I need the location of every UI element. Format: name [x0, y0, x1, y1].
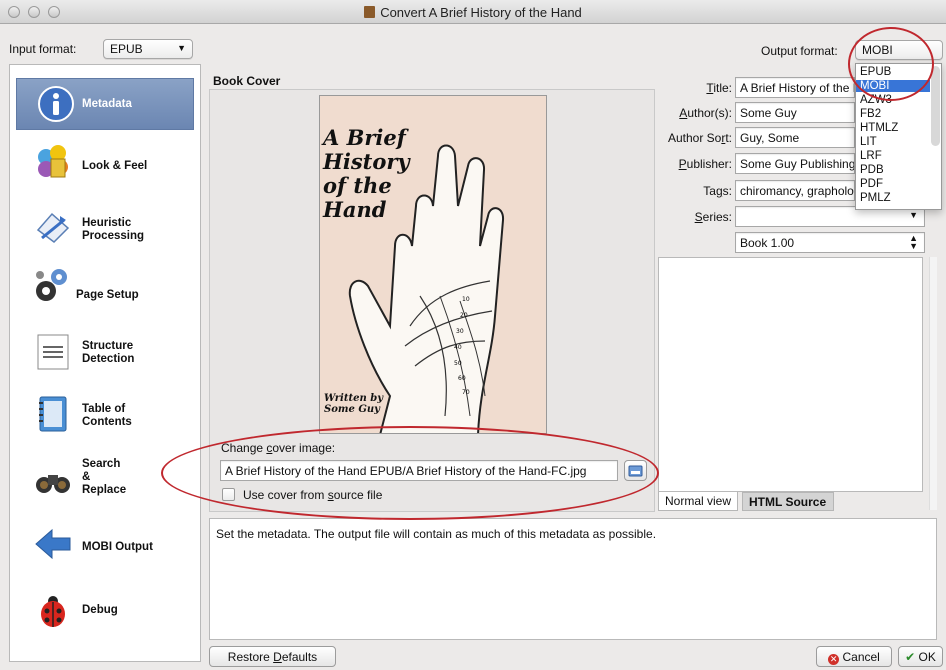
info-icon [38, 86, 74, 122]
tags-label: Tags: [703, 184, 732, 198]
annotation-circle-cover-path [161, 426, 659, 520]
tags-value: chiromancy, graphology [740, 184, 855, 198]
svg-text:70: 70 [462, 389, 470, 396]
annotation-circle-output-format [848, 27, 934, 101]
tab-label: Normal view [665, 494, 732, 508]
cancel-button[interactable]: ✕ Cancel [816, 646, 892, 667]
tab-normal-view[interactable]: Normal view [658, 492, 739, 511]
restore-defaults-button[interactable]: Restore Defaults [209, 646, 336, 667]
menu-item-lrf[interactable]: LRF [856, 150, 930, 162]
author-sort-input[interactable]: Guy, Some [735, 127, 855, 148]
svg-text:10: 10 [462, 296, 470, 303]
menu-item-lit[interactable]: LIT [856, 136, 930, 148]
sidebar-item-debug[interactable]: Debug [10, 583, 200, 645]
arrow-left-icon [35, 528, 71, 560]
title-bar: Convert A Brief History of the Hand [0, 0, 946, 24]
sidebar-item-label: Metadata [82, 98, 132, 110]
sidebar: Metadata Look & Feel Heuristic Processing [9, 64, 201, 662]
scrollbar[interactable] [929, 257, 937, 510]
cancel-icon: ✕ [828, 654, 840, 665]
checkmark-icon: ✔ [905, 650, 916, 664]
sidebar-item-label: Debug [82, 604, 118, 616]
menu-scrollbar[interactable] [931, 66, 940, 146]
chevron-down-icon: ▼ [177, 43, 186, 53]
sidebar-item-look-feel[interactable]: Look & Feel [10, 135, 200, 197]
input-format-select[interactable]: EPUB ▼ [103, 39, 193, 59]
sidebar-item-label: Search & Replace [82, 458, 127, 496]
input-format-value: EPUB [110, 42, 143, 56]
document-icon [37, 334, 69, 370]
document-icon [364, 6, 376, 18]
publisher-value: Some Guy Publishing [740, 157, 855, 171]
button-label: Restore Defaults [227, 650, 318, 664]
series-label: Series: [694, 210, 732, 224]
sidebar-item-label: MOBI Output [82, 541, 153, 553]
authors-label: Author(s): [679, 106, 732, 120]
authors-value: Some Guy [740, 106, 797, 120]
series-index-value: Book 1.00 [740, 236, 795, 250]
svg-text:20: 20 [460, 312, 468, 319]
svg-text:30: 30 [456, 328, 464, 335]
sidebar-item-table-of-contents[interactable]: Table of Contents [10, 390, 200, 452]
authors-input[interactable]: Some Guy [735, 102, 855, 123]
svg-text:50: 50 [454, 360, 462, 367]
sidebar-item-metadata[interactable]: Metadata [16, 78, 194, 130]
comments-editor[interactable] [658, 257, 923, 492]
chevron-down-icon: ▼ [909, 210, 918, 220]
title-input[interactable]: A Brief History of the Hand [735, 77, 855, 98]
cover-image: A Brief History of the Hand 10 20 30 40 50 … [319, 95, 547, 434]
menu-item-pmlz[interactable]: PMLZ [856, 192, 930, 204]
hand-illustration: 10 20 30 40 50 60 70 [348, 144, 505, 433]
button-label: Cancel [842, 650, 880, 664]
tags-input[interactable]: chiromancy, graphology [735, 180, 855, 201]
cover-byline-text: Written by Some Guy [324, 393, 384, 415]
sidebar-item-mobi-output[interactable]: MOBI Output [10, 520, 200, 582]
description-text: Set the metadata. The output file will c… [216, 527, 657, 541]
series-index-spinbox[interactable]: Book 1.00 ▲ ▼ [735, 232, 925, 253]
stepper-icon[interactable]: ▲ ▼ [909, 234, 918, 251]
notebook-icon [39, 396, 67, 432]
svg-text:40: 40 [454, 344, 462, 351]
output-format-label: Output format: [761, 44, 838, 58]
menu-item-htmlz[interactable]: HTMLZ [856, 122, 930, 134]
help-description: Set the metadata. The output file will c… [209, 518, 937, 640]
title-value: A Brief History of the Hand [740, 81, 854, 95]
sidebar-item-label: Table of Contents [82, 403, 132, 428]
menu-item-fb2[interactable]: FB2 [856, 108, 930, 120]
svg-text:60: 60 [458, 375, 466, 382]
sidebar-item-heuristic-processing[interactable]: Heuristic Processing [10, 198, 200, 260]
menu-item-pdf[interactable]: PDF [856, 178, 930, 190]
ladybug-icon [41, 596, 65, 627]
input-format-label: Input format: [9, 42, 77, 56]
tab-html-source[interactable]: HTML Source [742, 492, 834, 511]
binoculars-icon [36, 475, 70, 493]
ok-button[interactable]: ✔ OK [898, 646, 943, 667]
sidebar-item-label: Page Setup [76, 289, 139, 301]
book-cover-group-title: Book Cover [213, 74, 281, 88]
author-sort-value: Guy, Some [740, 131, 800, 145]
sidebar-item-label: Heuristic Processing [82, 217, 144, 242]
tab-label: HTML Source [749, 495, 827, 509]
sidebar-item-structure-detection[interactable]: Structure Detection [10, 327, 200, 389]
sidebar-item-label: Structure Detection [82, 340, 135, 365]
sidebar-item-page-setup[interactable]: Page Setup [10, 261, 200, 323]
gears-icon [36, 269, 67, 301]
window-title: Convert A Brief History of the Hand [0, 5, 946, 20]
publisher-label: Publisher: [678, 157, 732, 171]
publisher-input[interactable]: Some Guy Publishing [735, 153, 855, 174]
heuristics-icon [36, 212, 70, 243]
sidebar-item-label: Look & Feel [82, 160, 148, 172]
menu-item-pdb[interactable]: PDB [856, 164, 930, 176]
title-label: Title: [706, 81, 732, 95]
paint-palette-icon [38, 145, 68, 178]
button-label: OK [918, 650, 936, 664]
author-sort-label: Author Sort: [667, 131, 732, 145]
